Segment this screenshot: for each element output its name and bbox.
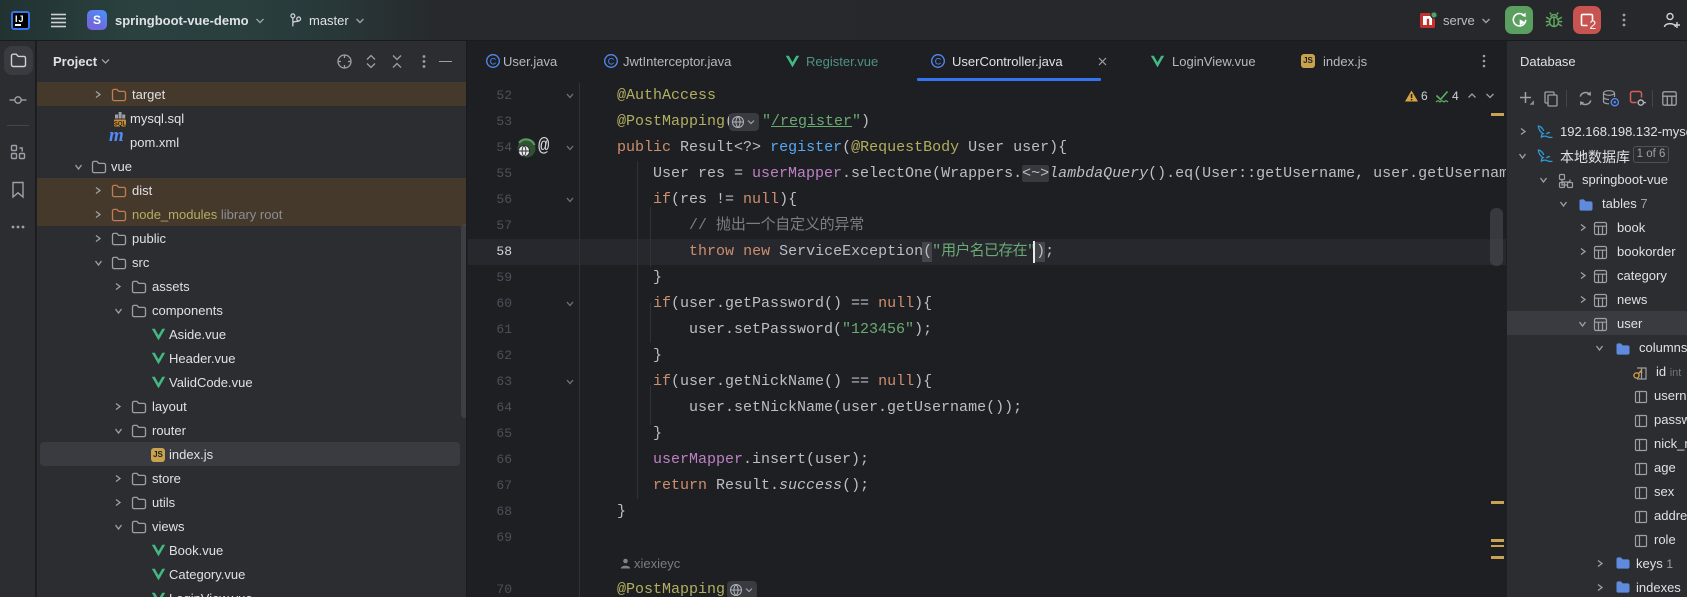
svg-text:C: C	[490, 56, 497, 66]
svg-text:C: C	[935, 56, 942, 66]
svg-text:C: C	[608, 56, 615, 66]
